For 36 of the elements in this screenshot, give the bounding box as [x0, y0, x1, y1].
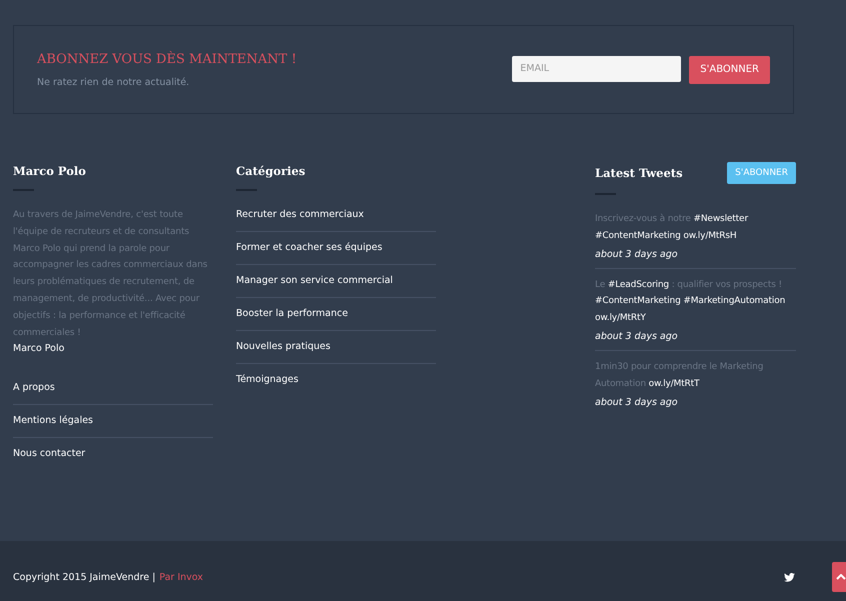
tweet-link[interactable]: ow.ly/MtRtY: [595, 313, 646, 324]
column-title: Latest Tweets: [595, 165, 683, 182]
subscribe-title: ABONNEZ VOUS DÈS MAINTENANT !: [37, 52, 298, 66]
tweet-time: about 3 days ago: [595, 330, 679, 342]
category-link[interactable]: Manager son service commercial: [236, 265, 436, 298]
copyright-text: Copyright 2015 JaimeVendre |: [13, 572, 156, 582]
column-title: Marco Polo: [13, 163, 87, 180]
footer-link[interactable]: A propos: [13, 380, 213, 406]
tweet-text: 1min30 pour comprendre le Marketing Automation ow.ly/MtRtT: [595, 360, 764, 391]
tweet-link[interactable]: ow.ly/MtRsH: [683, 230, 736, 241]
tweet-time: about 3 days ago: [595, 396, 679, 408]
category-link[interactable]: Recruter des commerciaux: [236, 207, 436, 232]
email-field[interactable]: EMAIL: [512, 56, 682, 82]
footer-link[interactable]: Nous contacter: [13, 438, 213, 470]
category-link[interactable]: Former et coacher ses équipes: [236, 232, 436, 265]
tweet-time: about 3 days ago: [595, 248, 679, 260]
caret-icon: [836, 574, 846, 580]
tweet-link[interactable]: #ContentMarketing: [595, 296, 681, 306]
back-to-top-button[interactable]: [832, 562, 846, 592]
bird-icon[interactable]: [784, 572, 795, 582]
tweet-text: Inscrivez-vous à notre #Newsletter #ContentMarketing ow.ly/MtRsH: [595, 212, 750, 243]
tweet-link[interactable]: #Newsletter: [693, 214, 748, 224]
tweet-link[interactable]: #LeadScoring: [608, 280, 669, 290]
category-link[interactable]: Nouvelles pratiques: [236, 331, 436, 364]
category-link[interactable]: Témoignages: [236, 364, 436, 396]
tweet-text: Le #LeadScoring : qualifier vos prospects ! #ContentMarketing #MarketingAutomation ow.ly/MtRtY: [595, 278, 786, 326]
about-text: Au travers de JaimeVendre, c'est toute l'équipe de recruteurs et de consultants Marco Polo qui prend la parole pour accompagner les cadres commerciaux dans leurs problématiques de recrutement, de management, de productivité... Avec pour objectifs : la performance et l'efficacité commerciales !: [13, 209, 208, 340]
subscribe-subtitle: Ne ratez rien de notre actualité.: [37, 76, 190, 88]
tweet-link[interactable]: #ContentMarketing: [595, 230, 681, 241]
tweet-link[interactable]: #MarketingAutomation: [683, 296, 786, 306]
tweet-link[interactable]: ow.ly/MtRtT: [648, 378, 700, 389]
footer-link[interactable]: Mentions légales: [13, 405, 213, 438]
column-title: Catégories: [236, 163, 306, 180]
author-link[interactable]: Marco Polo: [13, 341, 213, 358]
subscribe-button[interactable]: S'ABONNER: [689, 56, 770, 84]
category-link[interactable]: Booster la performance: [236, 298, 436, 331]
